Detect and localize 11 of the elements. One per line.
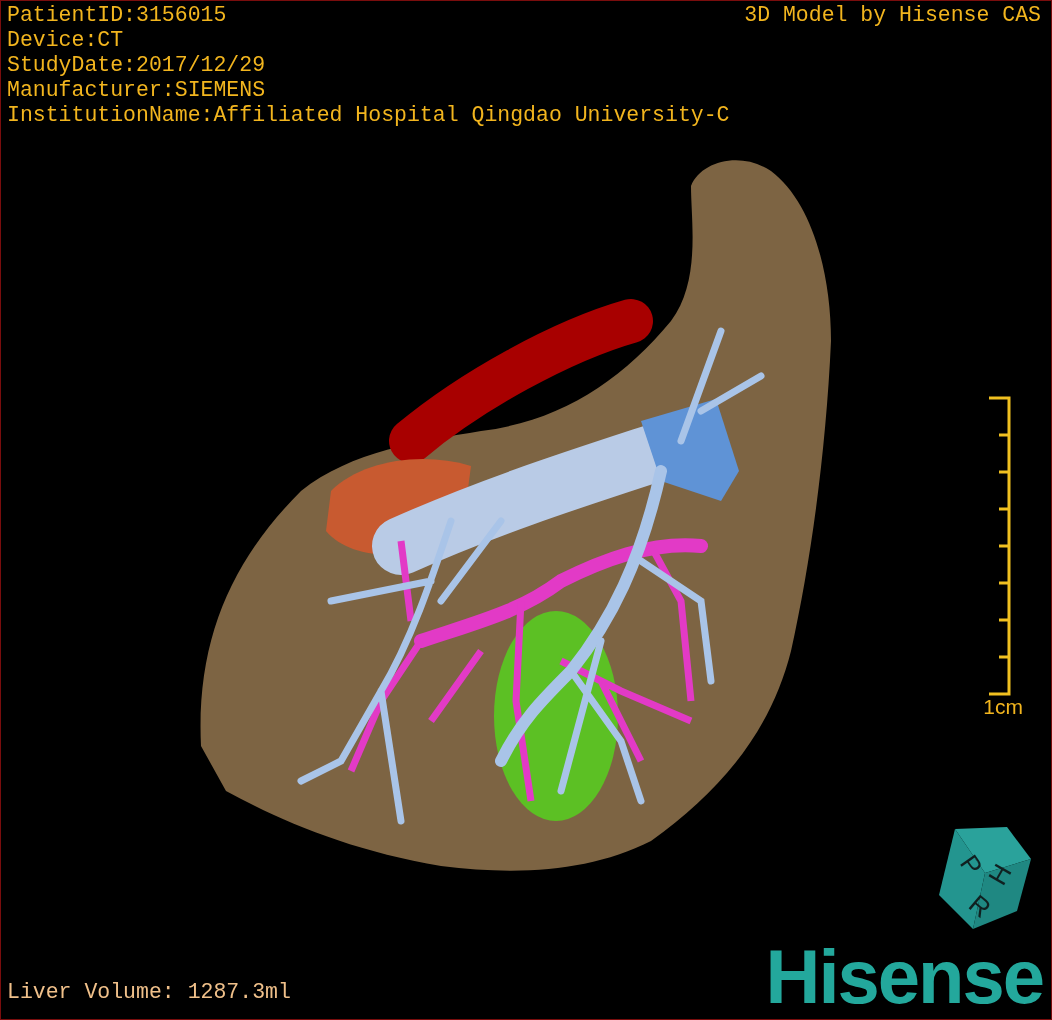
study-info-line: InstitutionName:Affiliated Hospital Qingdao University-C <box>7 103 730 128</box>
logo: Hisense <box>765 941 1043 1013</box>
cube-label: R <box>963 888 997 924</box>
study-info-line: Device:CT <box>7 28 125 53</box>
scale-label: 1cm <box>983 695 1023 718</box>
study-info-line: PatientID:3156015 <box>7 3 228 28</box>
model-credit: 3D Model by Hisense CAS <box>744 3 1041 29</box>
study-info-line: StudyDate:2017/12/29 <box>7 53 267 78</box>
liver-volume: Liver Volume: 1287.3ml <box>7 980 291 1005</box>
orientation-cube-icon[interactable] <box>939 827 1031 929</box>
study-info-line: Manufacturer:SIEMENS <box>7 78 267 103</box>
